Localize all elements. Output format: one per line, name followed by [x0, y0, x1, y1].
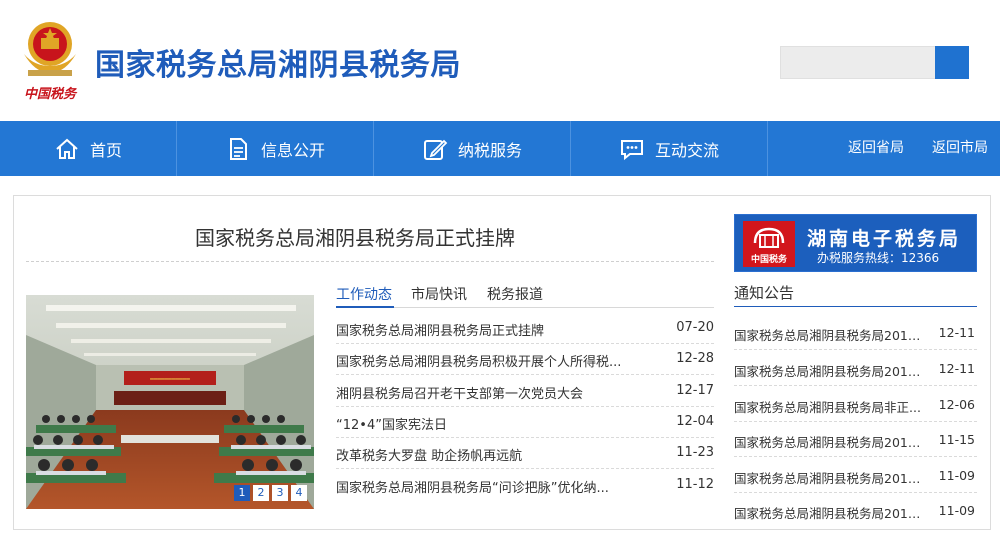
- notice-item[interactable]: 国家税务总局湘阴县税务局2018... 11-09: [734, 458, 977, 493]
- notice-divider: [734, 306, 977, 307]
- search-button[interactable]: [935, 46, 969, 79]
- slider-page-button[interactable]: 4: [291, 485, 307, 501]
- chat-icon: [620, 139, 643, 160]
- news-title[interactable]: 国家税务总局湘阴县税务局正式挂牌: [336, 320, 626, 339]
- document-icon: [229, 137, 247, 160]
- site-header: 中国税务 国家税务总局湘阴县税务局: [0, 0, 1000, 121]
- news-title[interactable]: 改革税务大罗盘 助企扬帆再远航: [336, 445, 626, 464]
- banner-hotline: 办税服务热线：12366: [817, 251, 940, 265]
- news-item[interactable]: “12•4”国家宪法日 12-04: [336, 407, 714, 438]
- news-item[interactable]: 国家税务总局湘阴县税务局“问诊把脉”优化纳... 11-12: [336, 470, 714, 501]
- news-title[interactable]: 湘阴县税务局召开老干支部第一次党员大会: [336, 383, 626, 402]
- nav-label-tax-service: 纳税服务: [457, 140, 522, 160]
- news-date: 11-23: [676, 445, 714, 460]
- notice-item[interactable]: 国家税务总局湘阴县税务局非正... 12-06: [734, 387, 977, 422]
- nav-label-home: 首页: [89, 140, 122, 160]
- notice-item[interactable]: 国家税务总局湘阴县税务局2018... 11-15: [734, 422, 977, 457]
- site-title[interactable]: 国家税务总局湘阴县税务局: [95, 40, 461, 84]
- nav-divider: [767, 121, 768, 176]
- nav-label-info: 信息公开: [260, 140, 325, 160]
- slider-page-button[interactable]: 1: [234, 485, 250, 501]
- nav-item-interaction[interactable]: 互动交流: [571, 121, 767, 176]
- banner-logo-caption: 中国税务: [751, 253, 788, 265]
- news-title[interactable]: “12•4”国家宪法日: [336, 414, 626, 433]
- notice-date: 11-15: [938, 432, 975, 447]
- nav-item-home[interactable]: 首页: [0, 121, 176, 176]
- tab-work-news[interactable]: 工作动态: [336, 284, 392, 304]
- back-to-province-link[interactable]: 返回省局: [848, 121, 904, 176]
- hunan-etax-banner[interactable]: 中国税务 湖南电子税务局 办税服务热线：12366: [734, 214, 977, 272]
- banner-title: 湖南电子税务局: [807, 228, 962, 250]
- news-date: 12-17: [676, 383, 714, 398]
- notice-title[interactable]: 国家税务总局湘阴县税务局2018...: [734, 468, 924, 487]
- news-title[interactable]: 国家税务总局湘阴县税务局“问诊把脉”优化纳...: [336, 477, 626, 496]
- notice-date: 12-06: [938, 397, 975, 412]
- home-icon: [56, 138, 78, 159]
- notice-date: 11-09: [938, 503, 975, 518]
- notice-title[interactable]: 国家税务总局湘阴县税务局2018...: [734, 361, 924, 380]
- news-item[interactable]: 国家税务总局湘阴县税务局积极开展个人所得税... 12-28: [336, 344, 714, 375]
- news-date: 12-04: [676, 414, 714, 429]
- news-item[interactable]: 国家税务总局湘阴县税务局正式挂牌 07-20: [336, 313, 714, 344]
- tax-emblem-small-logo: 中国税务: [743, 221, 795, 267]
- notice-item[interactable]: 国家税务总局湘阴县税务局2018... 12-11: [734, 315, 977, 350]
- svg-text:━━━━━━━━━━━: ━━━━━━━━━━━: [149, 376, 190, 383]
- nav-label-interaction: 互动交流: [654, 140, 719, 160]
- news-item[interactable]: 湘阴县税务局召开老干支部第一次党员大会 12-17: [336, 376, 714, 407]
- news-date: 12-28: [676, 351, 714, 366]
- emblem-caption: 中国税务: [24, 86, 78, 102]
- notice-item[interactable]: 国家税务总局湘阴县税务局2018... 11-09: [734, 493, 977, 528]
- slider-page-button[interactable]: 3: [272, 485, 288, 501]
- news-photo-slider[interactable]: ━━━━━━━━━━━: [26, 295, 314, 509]
- active-tab-indicator: [336, 306, 394, 308]
- tab-city-bulletin[interactable]: 市局快讯: [411, 284, 467, 304]
- notice-date: 12-11: [938, 325, 975, 340]
- notice-title[interactable]: 国家税务总局湘阴县税务局2018...: [734, 503, 924, 522]
- nav-item-info-disclosure[interactable]: 信息公开: [177, 121, 373, 176]
- back-to-city-link[interactable]: 返回市局: [932, 121, 988, 176]
- news-title[interactable]: 国家税务总局湘阴县税务局积极开展个人所得税...: [336, 351, 626, 370]
- notice-date: 11-09: [938, 468, 975, 483]
- slider-pagination: 1 2 3 4: [234, 485, 307, 501]
- news-item[interactable]: 改革税务大罗盘 助企扬帆再远航 11-23: [336, 438, 714, 469]
- tab-tax-reports[interactable]: 税务报道: [487, 284, 543, 304]
- main-nav: 首页 信息公开 纳税服务 互动交流 返回省局 返回市局: [0, 121, 1000, 176]
- notice-title[interactable]: 国家税务总局湘阴县税务局非正...: [734, 397, 924, 416]
- notice-title[interactable]: 国家税务总局湘阴县税务局2018...: [734, 432, 924, 451]
- nav-item-tax-service[interactable]: 纳税服务: [374, 121, 570, 176]
- slider-page-button[interactable]: 2: [253, 485, 269, 501]
- notice-title[interactable]: 国家税务总局湘阴县税务局2018...: [734, 325, 924, 344]
- meeting-photo: ━━━━━━━━━━━: [26, 295, 314, 509]
- notice-section-title[interactable]: 通知公告: [734, 282, 794, 303]
- edit-icon: [423, 139, 448, 160]
- notice-item[interactable]: 国家税务总局湘阴县税务局2018... 12-11: [734, 351, 977, 386]
- notice-date: 12-11: [938, 361, 975, 376]
- headline-title[interactable]: 国家税务总局湘阴县税务局正式挂牌: [195, 222, 515, 251]
- news-date: 07-20: [676, 320, 714, 335]
- news-date: 11-12: [676, 477, 714, 492]
- search-input[interactable]: [780, 46, 936, 79]
- tax-emblem-logo[interactable]: 中国税务: [16, 14, 84, 104]
- news-tabs: 工作动态 市局快讯 税务报道: [336, 284, 714, 308]
- divider: [26, 261, 714, 262]
